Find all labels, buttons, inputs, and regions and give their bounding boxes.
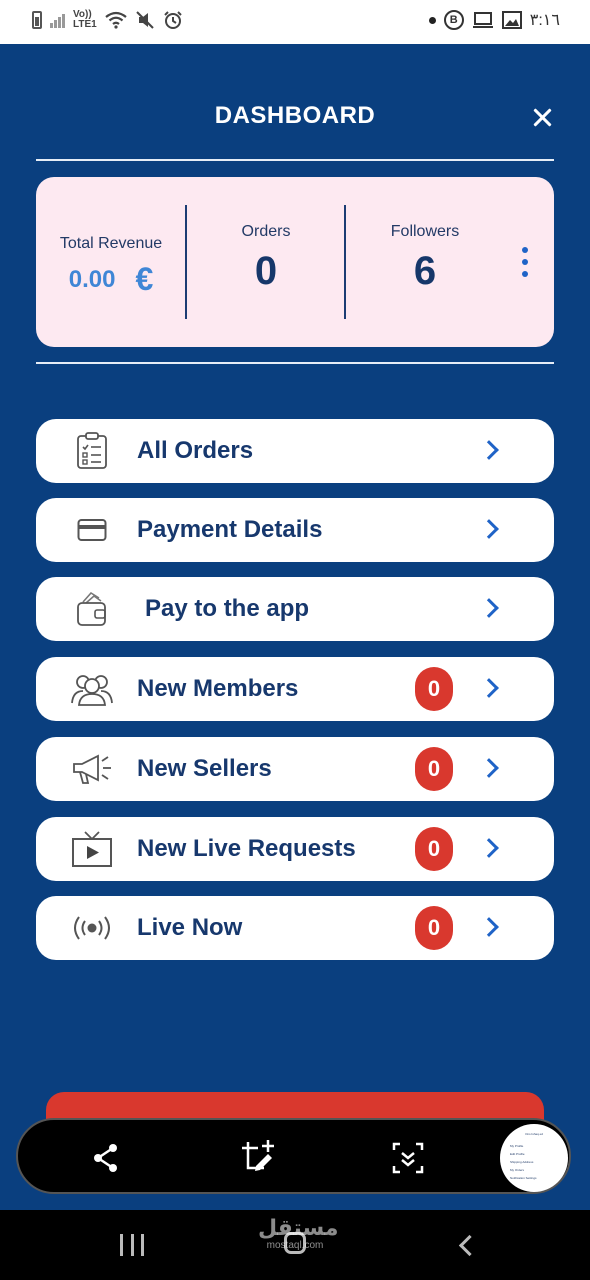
chevron-right-icon xyxy=(480,597,500,621)
status-bar: Vo)) LTE1 B ٣:١٦ xyxy=(0,0,590,44)
screenshot-toolbar: Ons Ishaq ed My Profile Edit Profile Shi… xyxy=(16,1118,571,1194)
tv-play-icon xyxy=(70,829,114,869)
b-circle-icon: B xyxy=(443,10,464,30)
watermark-url: mostaql.com xyxy=(266,1240,324,1251)
wallet-icon xyxy=(70,589,114,629)
revenue-row: 0.00 € xyxy=(36,261,186,298)
orders-label: Orders xyxy=(241,223,291,240)
watermark-logo: مستقل xyxy=(258,1215,339,1240)
menu-item-label: Pay to the app xyxy=(145,595,310,622)
credit-card-icon xyxy=(70,510,114,550)
network-lte: LTE1 xyxy=(73,19,97,30)
header-divider xyxy=(36,159,554,161)
thumbnail-line: My Orders xyxy=(510,1168,525,1172)
stat-followers: Followers 6 xyxy=(346,177,504,347)
euro-icon: € xyxy=(135,261,154,297)
close-icon[interactable] xyxy=(524,100,560,136)
menu-item-payment-details[interactable]: Payment Details xyxy=(36,498,554,562)
revenue-value: 0.00 xyxy=(68,265,116,293)
stats-card: Total Revenue 0.00 € Orders 0 Followers … xyxy=(36,177,554,347)
back-icon[interactable] xyxy=(456,1235,476,1255)
megaphone-icon xyxy=(70,749,114,789)
chevron-right-icon xyxy=(480,518,500,542)
page-title: DASHBOARD xyxy=(214,102,376,129)
mute-icon xyxy=(136,11,154,29)
menu-item-pay-to-app[interactable]: Pay to the app xyxy=(36,577,554,641)
laptop-icon xyxy=(472,12,493,28)
count-badge: 0 xyxy=(415,667,453,711)
battery-icon xyxy=(32,11,42,29)
count-badge: 0 xyxy=(415,906,453,950)
count-badge: 0 xyxy=(415,827,453,871)
followers-value: 6 xyxy=(413,249,437,293)
thumbnail-line: Notification Settings xyxy=(510,1176,537,1180)
share-icon[interactable] xyxy=(86,1138,126,1178)
broadcast-icon xyxy=(70,908,114,948)
users-icon xyxy=(70,669,114,709)
menu-item-label: New Sellers xyxy=(137,755,272,782)
signal-icon xyxy=(50,12,65,28)
chevron-right-icon xyxy=(480,677,500,701)
clock-time: ٣:١٦ xyxy=(529,12,560,29)
wifi-icon xyxy=(105,11,127,29)
chevron-right-icon xyxy=(480,439,500,463)
menu-item-new-members[interactable]: New Members 0 xyxy=(36,657,554,721)
thumbnail-line: Edit Profile xyxy=(510,1152,525,1156)
menu-item-label: Payment Details xyxy=(137,516,323,543)
followers-label: Followers xyxy=(390,223,460,240)
chevron-right-icon xyxy=(480,757,500,781)
thumbnail-line: Ons Ishaq ed xyxy=(525,1132,543,1136)
crop-edit-icon[interactable] xyxy=(238,1138,278,1178)
notification-dot-icon xyxy=(428,16,436,24)
image-icon xyxy=(501,11,522,29)
menu-item-label: New Live Requests xyxy=(137,835,356,862)
recent-apps-icon[interactable] xyxy=(120,1234,144,1256)
more-vertical-icon[interactable] xyxy=(518,247,532,277)
chevron-right-icon xyxy=(480,916,500,940)
stat-orders: Orders 0 xyxy=(187,177,345,347)
alarm-icon xyxy=(164,11,182,29)
clipboard-list-icon xyxy=(70,431,114,471)
menu-item-all-orders[interactable]: All Orders xyxy=(36,419,554,483)
status-right: B ٣:١٦ xyxy=(428,10,560,30)
menu-item-live-now[interactable]: Live Now 0 xyxy=(36,896,554,960)
network-type: Vo)) LTE1 xyxy=(73,10,97,30)
menu-item-label: All Orders xyxy=(137,437,254,464)
screenshot-thumbnail[interactable]: Ons Ishaq ed My Profile Edit Profile Shi… xyxy=(500,1124,568,1192)
revenue-label: Total Revenue xyxy=(59,235,163,252)
menu-item-label: New Members xyxy=(137,675,299,702)
stat-total-revenue: Total Revenue 0.00 € xyxy=(36,177,186,347)
menu-item-new-live-requests[interactable]: New Live Requests 0 xyxy=(36,817,554,881)
stats-divider xyxy=(36,362,554,364)
chevron-right-icon xyxy=(480,837,500,861)
thumbnail-line: Shipping Address xyxy=(510,1160,534,1164)
status-left: Vo)) LTE1 xyxy=(32,10,183,30)
scroll-capture-icon[interactable] xyxy=(388,1138,428,1178)
watermark: مستقل mostaql.com xyxy=(258,1215,339,1252)
count-badge: 0 xyxy=(415,747,453,791)
menu-item-label: Live Now xyxy=(137,914,243,941)
menu-item-new-sellers[interactable]: New Sellers 0 xyxy=(36,737,554,801)
orders-value: 0 xyxy=(254,249,278,293)
thumbnail-line: My Profile xyxy=(510,1144,524,1148)
